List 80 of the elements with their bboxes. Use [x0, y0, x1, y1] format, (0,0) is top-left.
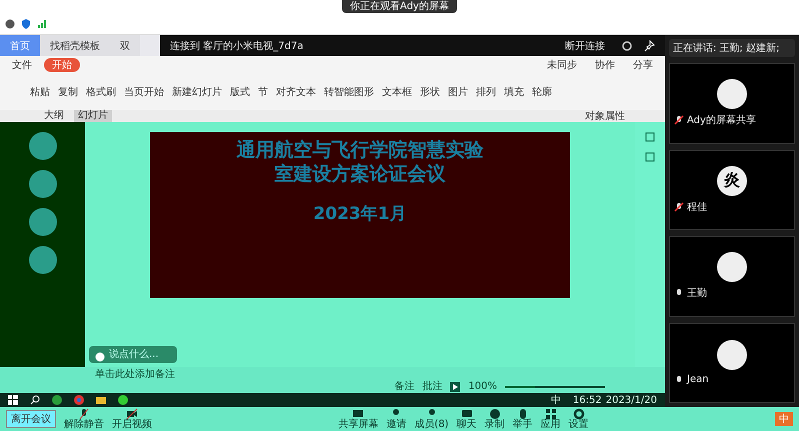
toolbar-button[interactable]: 应用 — [540, 408, 561, 430]
chat-input-field[interactable]: 说点什么... — [89, 346, 177, 363]
ribbon-button[interactable]: 对齐文本 — [276, 85, 316, 99]
video-placeholder — [28, 170, 56, 198]
record-icon — [488, 408, 501, 420]
slide-date: 2023年1月 — [313, 203, 407, 225]
ribbon-button[interactable]: 图片 — [448, 85, 468, 99]
cast-status: 连接到 客厅的小米电视_7d7a — [170, 40, 304, 52]
disconnect-button[interactable]: 断开连接 — [559, 38, 611, 54]
document-tab[interactable]: 找稻壳模板 — [40, 35, 110, 56]
toolbar-button[interactable]: 成员(8) — [414, 408, 449, 430]
ribbon-button[interactable]: 排列 — [476, 85, 496, 99]
participant-name: 程佳 — [687, 200, 707, 214]
toolbar-button[interactable]: 设置 — [568, 408, 589, 430]
notes-placeholder[interactable]: 单击此处添加备注 — [95, 367, 175, 381]
ribbon-button[interactable]: 轮廓 — [532, 85, 552, 99]
toolbar-button[interactable]: 邀请 — [386, 408, 406, 430]
settings-icon — [572, 408, 585, 420]
toolbar-button[interactable]: 举手 — [512, 408, 533, 430]
ribbon-tab[interactable]: 开始 — [44, 58, 80, 72]
participant-name: Jean — [687, 374, 709, 386]
clock-time: 16:52 — [572, 396, 602, 404]
avatar — [717, 340, 747, 370]
play-icon[interactable] — [450, 382, 460, 392]
settings-icon[interactable] — [621, 40, 633, 52]
ribbon-button[interactable]: 格式刷 — [86, 85, 116, 99]
grid-icon — [544, 408, 557, 420]
file-menu[interactable]: 文件 — [6, 57, 38, 73]
ribbon-button[interactable]: 形状 — [420, 85, 440, 99]
video-placeholder — [28, 246, 56, 274]
ribbon-button[interactable]: 填充 — [504, 85, 524, 99]
screen-icon — [352, 408, 364, 420]
browser-icon[interactable] — [52, 395, 62, 405]
toolbar-button[interactable]: 解除静音 — [64, 408, 104, 430]
avatar — [717, 252, 747, 282]
avatar — [717, 79, 747, 110]
folder-icon[interactable] — [96, 395, 106, 405]
viewing-banner: 你正在观看Ady的屏幕 — [342, 0, 457, 13]
panel-title: 对象属性 — [585, 110, 625, 123]
chrome-icon[interactable] — [74, 395, 84, 405]
zoom-level[interactable]: 100% — [468, 381, 497, 393]
ribbon-button[interactable]: 复制 — [58, 85, 78, 99]
windows-icon[interactable] — [8, 395, 18, 405]
signal-icon[interactable] — [37, 18, 47, 28]
ribbon-button[interactable]: 新建幻灯片 — [172, 85, 222, 99]
ribbon-button[interactable]: 当页开始 — [124, 85, 164, 99]
video-placeholder — [28, 208, 56, 236]
panel-tab[interactable]: 幻灯片 — [74, 110, 112, 122]
collaborate-button[interactable]: 协作 — [589, 57, 621, 73]
sync-button[interactable]: 未同步 — [541, 57, 583, 73]
toolbar-button[interactable]: 聊天 — [456, 408, 477, 430]
share-button[interactable]: 分享 — [627, 57, 659, 73]
panel-tab[interactable]: 大纲 — [40, 110, 68, 122]
video-off-icon — [126, 408, 138, 420]
clock-date: 2023/1/20 — [606, 396, 657, 404]
chat-app-icon[interactable] — [118, 395, 128, 405]
participant-name: 王勤 — [687, 286, 707, 300]
participant-name: Ady的屏幕共享 — [687, 114, 756, 128]
avatar: 炎 — [717, 166, 747, 196]
ribbon-button[interactable]: 转智能图形 — [324, 85, 374, 99]
ribbon-button[interactable]: 文本框 — [382, 85, 412, 99]
toolbar-button[interactable]: 录制 — [484, 408, 505, 430]
shield-icon[interactable] — [21, 18, 31, 28]
ribbon-button[interactable]: 版式 — [230, 85, 250, 99]
ribbon-button[interactable]: 节 — [258, 85, 268, 99]
muted-mic-icon — [78, 408, 90, 420]
ribbon-button[interactable]: 粘贴 — [30, 85, 50, 99]
search-icon[interactable] — [30, 395, 40, 405]
comments-button[interactable]: 批注 — [422, 381, 442, 393]
speaking-notice: 正在讲话: 王勤; 赵建新; — [669, 39, 795, 57]
leave-meeting-button[interactable]: 离开会议 — [6, 410, 56, 428]
notes-button[interactable]: 备注 — [394, 381, 414, 393]
chat-icon — [460, 408, 473, 420]
toolbar-button[interactable]: 开启视频 — [112, 408, 152, 430]
input-method-indicator[interactable]: 中 — [550, 396, 561, 404]
document-tab[interactable]: 双 — [110, 35, 140, 56]
pin-icon[interactable] — [643, 40, 655, 52]
video-placeholder — [28, 132, 56, 160]
slide-title: 通用航空与飞行学院智慧实验室建设方案论证会议 — [236, 138, 484, 186]
toolbar-button[interactable]: 共享屏幕 — [338, 408, 378, 430]
